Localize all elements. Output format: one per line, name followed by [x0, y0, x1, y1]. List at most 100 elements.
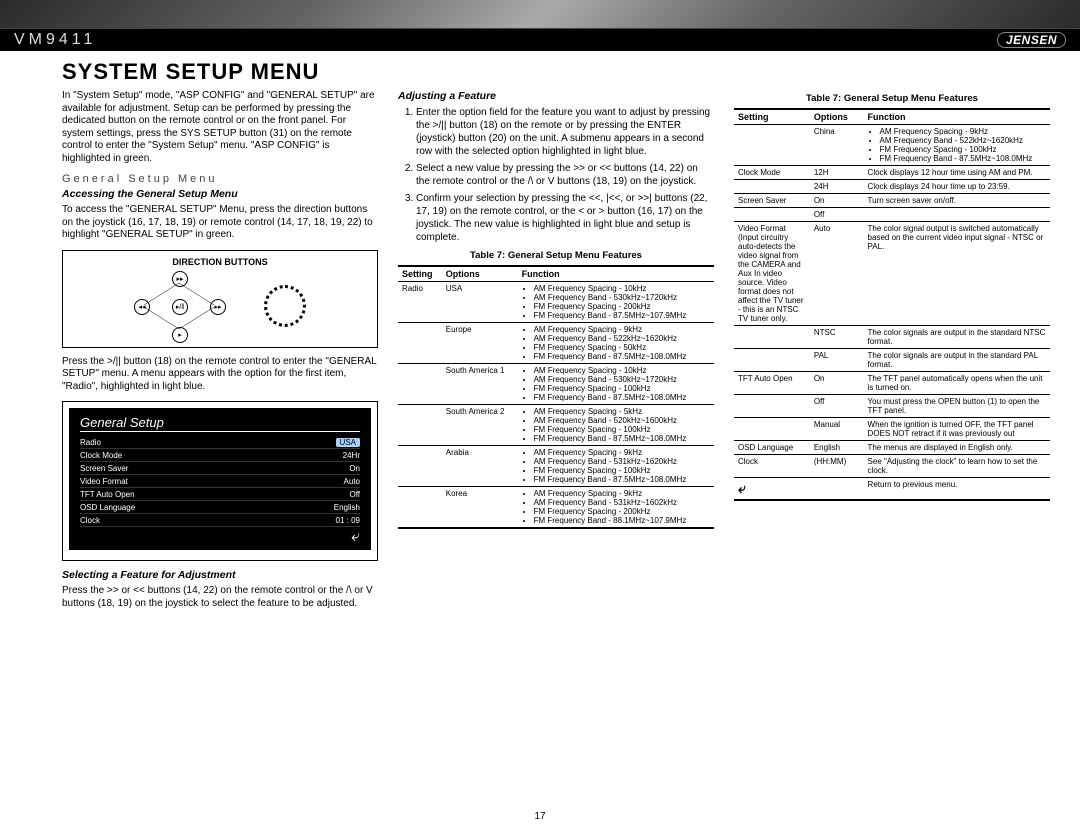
cell-option: USA: [442, 282, 518, 323]
cell-option: Korea: [442, 487, 518, 529]
cell-option: Manual: [810, 418, 864, 441]
cell-function: AM Frequency Spacing - 10kHzAM Frequency…: [518, 282, 714, 323]
cell-option: South America 1: [442, 364, 518, 405]
table-row: KoreaAM Frequency Spacing - 9kHzAM Frequ…: [398, 487, 714, 529]
fn-item: FM Frequency Band - 87.5MHz~108.0MHz: [534, 352, 710, 361]
fn-item: FM Frequency Band - 87.5MHz~108.0MHz: [534, 475, 710, 484]
table-row: ⤶ Return to previous menu.: [734, 478, 1050, 501]
osd-label: Clock: [80, 516, 100, 525]
cell-function: AM Frequency Spacing - 9kHzAM Frequency …: [518, 446, 714, 487]
cell-setting: TFT Auto Open: [734, 372, 810, 395]
table-caption-2: Table 7: General Setup Menu Features: [734, 93, 1050, 104]
table-row: Screen SaverOnTurn screen saver on/off.: [734, 194, 1050, 208]
table-row: South America 2AM Frequency Spacing - 5k…: [398, 405, 714, 446]
cell-option: [810, 478, 864, 501]
cell-setting: [398, 487, 442, 529]
direction-box-title: DIRECTION BUTTONS: [69, 257, 371, 267]
cell-setting: [398, 446, 442, 487]
table-row: OSD LanguageEnglishThe menus are display…: [734, 441, 1050, 455]
press-enter-text: Press the >/|| button (18) on the remote…: [62, 356, 378, 394]
th-options-2: Options: [810, 109, 864, 125]
table-row: PALThe color signals are output in the s…: [734, 349, 1050, 372]
fn-item: AM Frequency Spacing - 10kHz: [534, 366, 710, 375]
cell-option: NTSC: [810, 326, 864, 349]
fn-item: FM Frequency Spacing - 100kHz: [880, 145, 1046, 154]
page-title: System Setup Menu: [62, 59, 1080, 85]
table-row: Clock(HH:MM)See "Adjusting the clock" to…: [734, 455, 1050, 478]
th-setting-2: Setting: [734, 109, 810, 125]
header-band: VM9411 JENSEN: [0, 29, 1080, 51]
cell-function: Clock displays 24 hour time up to 23:59.: [864, 180, 1050, 194]
features-table-2: Setting Options Function ChinaAM Frequen…: [734, 108, 1050, 501]
return-icon: ⤶: [80, 529, 360, 545]
fn-item: AM Frequency Band - 530kHz~1720kHz: [534, 293, 710, 302]
cell-function: The color signals are output in the stan…: [864, 349, 1050, 372]
column-2: Adjusting a Feature Enter the option fie…: [398, 87, 714, 613]
cell-setting: Screen Saver: [734, 194, 810, 208]
cell-function: You must press the OPEN button (1) to op…: [864, 395, 1050, 418]
cell-setting: OSD Language: [734, 441, 810, 455]
cell-setting: [734, 349, 810, 372]
cell-function: AM Frequency Spacing - 9kHzAM Frequency …: [518, 487, 714, 529]
fn-item: AM Frequency Spacing - 9kHz: [880, 127, 1046, 136]
osd-label: Radio: [80, 438, 101, 447]
cell-option: On: [810, 372, 864, 395]
cell-setting: [398, 323, 442, 364]
cell-setting: [398, 364, 442, 405]
step-item: Enter the option field for the feature y…: [416, 106, 714, 158]
cell-setting: [734, 395, 810, 418]
table-row: RadioUSAAM Frequency Spacing - 10kHzAM F…: [398, 282, 714, 323]
osd-row: Screen Saver On: [80, 462, 360, 475]
osd-value: On: [349, 464, 360, 473]
cell-option: Off: [810, 395, 864, 418]
cell-function: See "Adjusting the clock" to learn how t…: [864, 455, 1050, 478]
selecting-body: Press the >> or << buttons (14, 22) on t…: [62, 585, 378, 610]
direction-buttons-box: DIRECTION BUTTONS ▸▸ ◂◂ ▸/‖ ▸▸ ▸: [62, 250, 378, 348]
table-row: Off: [734, 208, 1050, 222]
fn-item: FM Frequency Band - 87.5MHz~108.0MHz: [534, 393, 710, 402]
cell-setting: Clock Mode: [734, 166, 810, 180]
cell-setting: Clock: [734, 455, 810, 478]
accessing-title: Accessing the General Setup Menu: [62, 188, 378, 201]
features-table-1: Setting Options Function RadioUSAAM Freq…: [398, 265, 714, 529]
cell-setting: [398, 405, 442, 446]
fn-item: AM Frequency Spacing - 9kHz: [534, 448, 710, 457]
fn-item: FM Frequency Band - 87.5MHz~107.9MHz: [534, 311, 710, 320]
fn-item: FM Frequency Spacing - 200kHz: [534, 302, 710, 311]
th-options: Options: [442, 266, 518, 282]
cell-option: 24H: [810, 180, 864, 194]
fn-item: FM Frequency Spacing - 100kHz: [534, 384, 710, 393]
cell-function: AM Frequency Spacing - 5kHzAM Frequency …: [518, 405, 714, 446]
osd-value: 24Hr: [343, 451, 360, 460]
table-row: 24HClock displays 24 hour time up to 23:…: [734, 180, 1050, 194]
cell-function: The menus are displayed in English only.: [864, 441, 1050, 455]
fn-item: FM Frequency Band - 88.1MHz~107.9MHz: [534, 516, 710, 525]
cell-function: AM Frequency Spacing - 9kHzAM Frequency …: [864, 125, 1050, 166]
adjusting-title: Adjusting a Feature: [398, 90, 714, 103]
joystick-lines-icon: [134, 271, 224, 341]
cell-function: AM Frequency Spacing - 10kHzAM Frequency…: [518, 364, 714, 405]
table-row: EuropeAM Frequency Spacing - 9kHzAM Freq…: [398, 323, 714, 364]
cell-option: On: [810, 194, 864, 208]
page-number: 17: [0, 811, 1080, 822]
osd-value: English: [334, 503, 360, 512]
fn-item: AM Frequency Band - 531kHz~1602kHz: [534, 498, 710, 507]
osd-label: Screen Saver: [80, 464, 128, 473]
cell-option: Auto: [810, 222, 864, 326]
cell-function: The color signals are output in the stan…: [864, 326, 1050, 349]
osd-value: 01 : 09: [336, 516, 360, 525]
table-row: ManualWhen the ignition is turned OFF, t…: [734, 418, 1050, 441]
cell-function: Return to previous menu.: [864, 478, 1050, 501]
fn-item: AM Frequency Band - 522kHz~1620kHz: [534, 334, 710, 343]
osd-label: OSD Language: [80, 503, 135, 512]
osd-row: Video FormatAuto: [80, 475, 360, 488]
cell-setting: [734, 418, 810, 441]
cell-setting: ⤶: [734, 478, 810, 501]
cell-function: The TFT panel automatically opens when t…: [864, 372, 1050, 395]
section-title: General Setup Menu: [62, 173, 378, 185]
gear-icon: [264, 285, 306, 327]
fn-item: AM Frequency Band - 531kHz~1620kHz: [534, 457, 710, 466]
fn-item: AM Frequency Band - 520kHz~1600kHz: [534, 416, 710, 425]
cell-option: China: [810, 125, 864, 166]
fn-item: AM Frequency Band - 530kHz~1720kHz: [534, 375, 710, 384]
